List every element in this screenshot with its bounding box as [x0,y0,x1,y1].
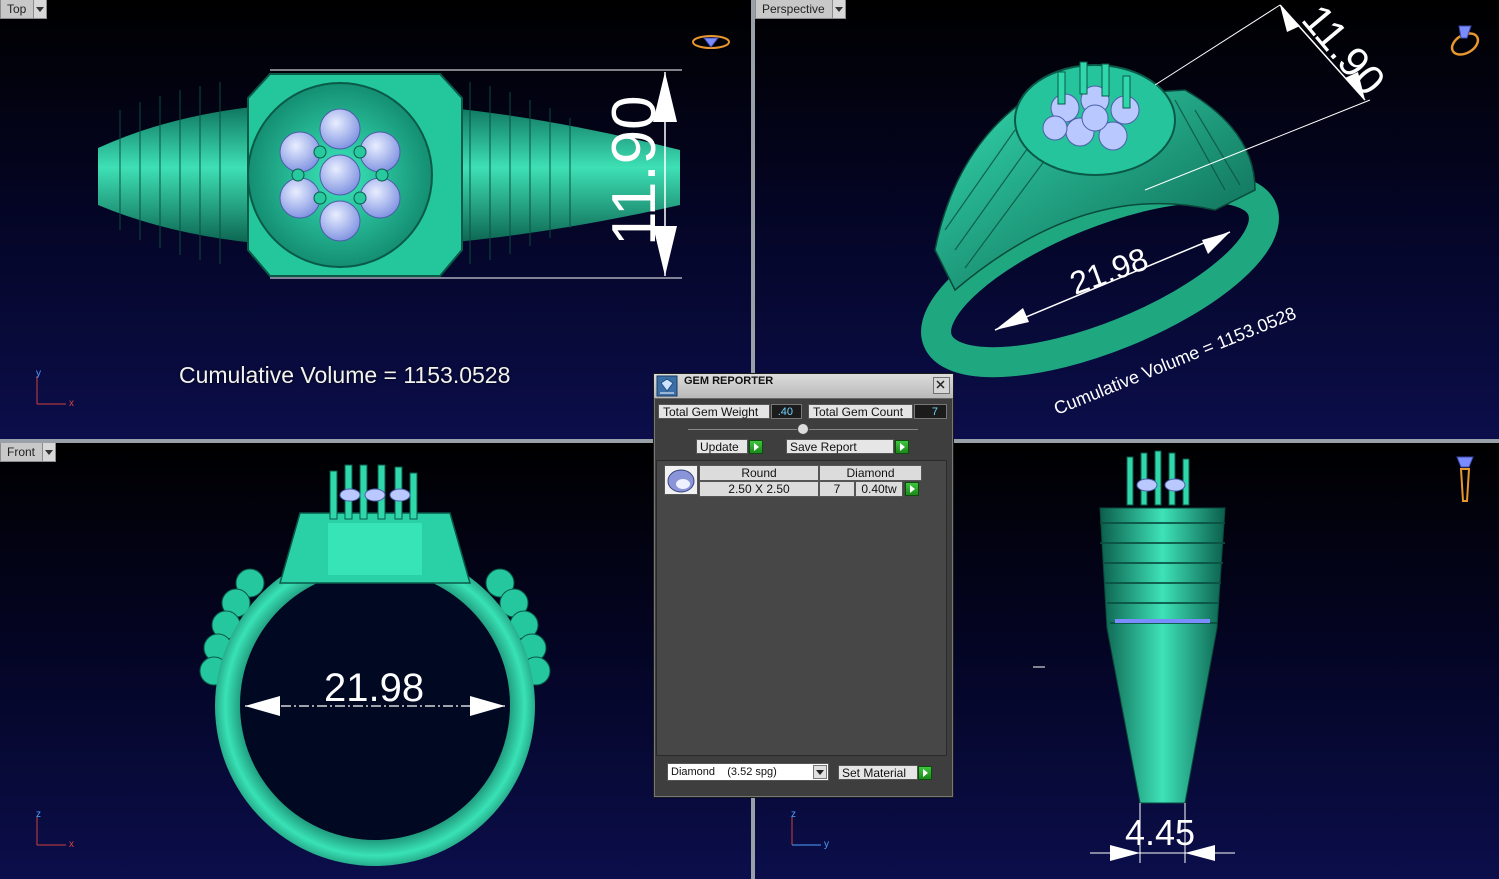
perspective-viewport-label[interactable]: Perspective [755,0,846,19]
top-volume-readout: Cumulative Volume = 1153.0528 [179,362,511,388]
perspective-width-dimension: 21.98 [1065,240,1153,301]
top-axis-h-label: x [69,398,74,408]
perspective-viewport-label-text: Perspective [755,0,833,19]
gem-weight-cell: 0.40tw [855,481,903,497]
report-slider-handle[interactable] [797,423,809,435]
top-dimension-label: 11.90 [600,95,669,246]
front-viewport-label[interactable]: Front [0,443,57,462]
front-axis-h-label: x [69,839,74,849]
update-button[interactable]: Update [696,439,748,454]
total-gem-count-value: 7 [914,404,947,419]
gem-list[interactable]: Round Diamond 2.50 X 2.50 7 0.40tw [656,460,947,756]
set-material-go-icon[interactable] [918,766,932,780]
front-view-ring-render: 21.98 [199,464,551,866]
side-view-ring-icon[interactable] [1453,453,1477,505]
set-material-button[interactable]: Set Material [838,765,918,780]
save-report-go-icon[interactable] [895,440,909,454]
total-gem-count-label: Total Gem Count [808,404,913,419]
material-select[interactable]: Diamond (3.52 spg) [667,763,829,781]
top-view-ring-icon[interactable] [690,30,732,54]
total-gem-weight-label: Total Gem Weight [658,404,770,419]
gem-material-cell: Diamond [819,465,922,481]
gem-row-go-icon[interactable] [905,482,919,496]
close-icon [936,380,945,389]
side-axis-h-label: y [824,839,829,849]
top-viewport[interactable]: 11.90 Cumulative Volume = 1153.0528 y x … [0,0,751,439]
save-report-button[interactable]: Save Report [786,439,894,454]
side-dimension-label: 4.45 [1125,812,1195,853]
top-viewport-label-text: Top [0,0,35,19]
update-go-icon[interactable] [749,440,763,454]
front-axis-v-label: z [36,809,41,820]
chevron-down-icon[interactable] [43,443,57,462]
front-viewport[interactable]: 21.98 z x Front [0,443,751,879]
perspective-ring-icon[interactable] [1445,20,1485,60]
top-axis-v-label: y [36,368,41,379]
chevron-down-icon[interactable] [813,765,827,779]
gem-thumbnail[interactable] [664,465,698,495]
perspective-height-dimension: 11.90 [1293,0,1395,104]
front-viewport-label-text: Front [0,443,44,462]
chevron-down-icon[interactable] [832,0,846,19]
chevron-down-icon[interactable] [34,0,48,19]
material-select-value: Diamond (3.52 spg) [671,766,777,778]
gem-reporter-titlebar[interactable]: GEM REPORTER [654,374,953,399]
total-gem-weight-value: .40 [771,404,802,419]
close-button[interactable] [933,377,950,394]
gem-reporter-app-icon [656,375,678,397]
front-dimension-label: 21.98 [324,666,424,710]
gem-reporter-title: GEM REPORTER [684,375,774,387]
gem-shape-cell: Round [699,465,819,481]
side-axis-triad: z y [791,809,829,849]
side-axis-v-label: z [791,809,796,820]
top-axis-triad: y x [36,368,74,408]
top-viewport-label[interactable]: Top [0,0,48,19]
gem-reporter-dialog[interactable]: GEM REPORTER Total Gem Weight .40 Total … [653,373,954,798]
round-gem-icon [667,469,695,493]
gem-count-cell: 7 [819,481,855,497]
front-axis-triad: z x [36,809,74,849]
gem-size-cell: 2.50 X 2.50 [699,481,819,497]
